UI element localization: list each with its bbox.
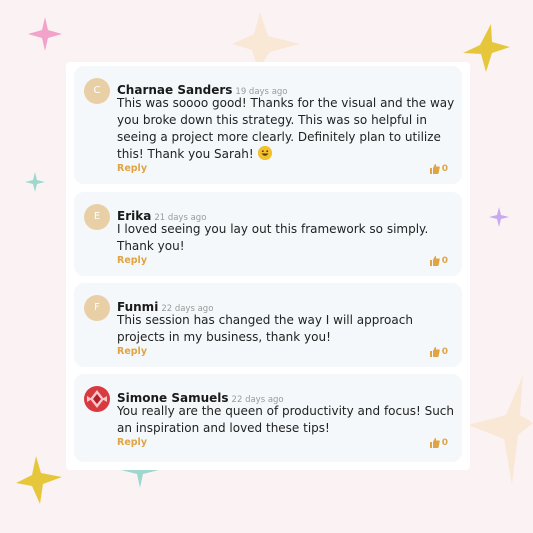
like-button[interactable]: 0 <box>429 438 448 448</box>
comment-text: You really are the queen of productivity… <box>117 404 455 435</box>
comment-text: This was soooo good! Thanks for the visu… <box>117 96 455 161</box>
teal-star-icon <box>25 172 45 192</box>
like-count: 0 <box>441 164 448 174</box>
like-button[interactable]: 0 <box>429 347 448 357</box>
like-count: 0 <box>441 438 448 448</box>
like-button[interactable]: 0 <box>429 164 448 174</box>
yellow-star-bottom-icon <box>16 456 62 504</box>
thumbs-up-icon <box>429 438 440 448</box>
cream-star-right-icon <box>468 375 533 485</box>
like-button[interactable]: 0 <box>429 256 448 266</box>
comment-text: This session has changed the way I will … <box>117 313 413 344</box>
reply-link[interactable]: Reply <box>117 437 147 448</box>
thumbs-up-icon <box>429 347 440 357</box>
avatar: E <box>84 204 110 230</box>
avatar: C <box>84 78 110 104</box>
reply-link[interactable]: Reply <box>117 163 147 174</box>
comment-card: Simone Samuels 22 days ago You really are… <box>74 374 462 462</box>
cream-star-icon <box>232 12 300 70</box>
teal-star-bottom-icon <box>121 468 159 488</box>
comment-card: C Charnae Sanders 19 days ago This was so… <box>74 66 462 184</box>
like-count: 0 <box>441 256 448 266</box>
like-count: 0 <box>441 347 448 357</box>
reply-link[interactable]: Reply <box>117 346 147 357</box>
comment-card: F Funmi 22 days ago This session has chan… <box>74 283 462 367</box>
avatar: F <box>84 295 110 321</box>
grinning-face-icon <box>257 146 272 160</box>
thumbs-up-icon <box>429 256 440 266</box>
thumbs-up-icon <box>429 164 440 174</box>
avatar-logo-icon <box>84 386 110 412</box>
reply-link[interactable]: Reply <box>117 255 147 266</box>
lilac-star-icon <box>489 207 509 227</box>
comment-text: I loved seeing you lay out this framewor… <box>117 222 429 253</box>
comment-card: E Erika 21 days ago I loved seeing you la… <box>74 192 462 276</box>
pink-star-icon <box>28 17 62 51</box>
avatar <box>84 386 110 412</box>
